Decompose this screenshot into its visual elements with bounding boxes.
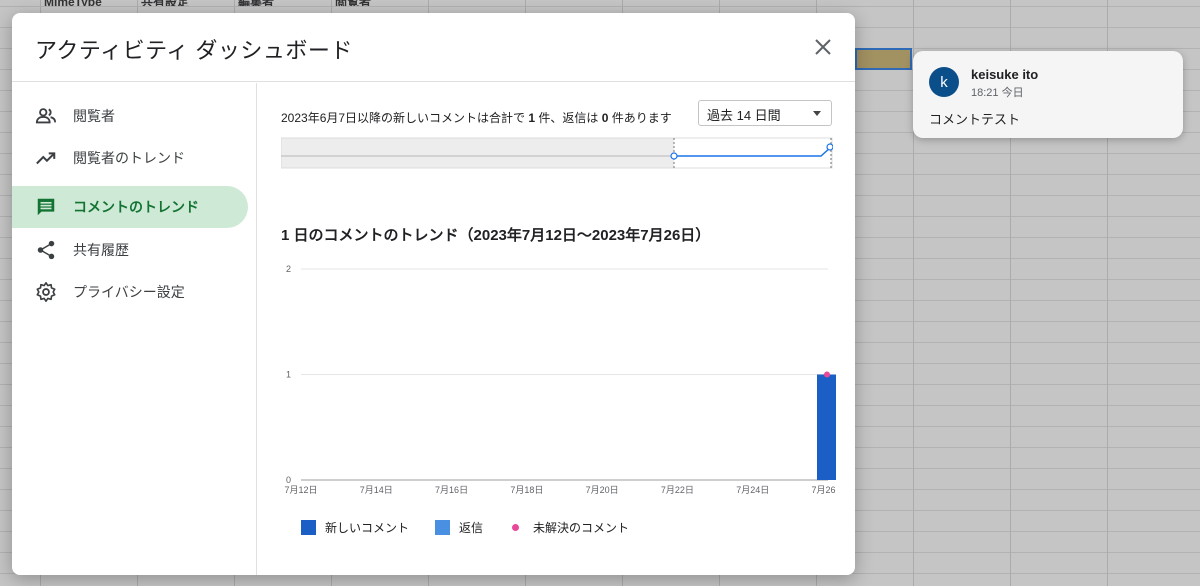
- data-point: [824, 371, 830, 378]
- y-tick-label: 1: [286, 370, 291, 380]
- legend-label: 返信: [459, 521, 484, 535]
- sidebar-item-label: コメントのトレンド: [73, 199, 199, 215]
- x-tick-label: 7月22日: [661, 485, 694, 495]
- y-tick-label: 2: [286, 264, 291, 274]
- comment-card[interactable]: k keisuke ito 18:21 今日 コメントテスト: [913, 51, 1183, 138]
- x-tick-label: 7月18日: [510, 485, 543, 495]
- date-range-select[interactable]: 過去 14 日間: [698, 100, 832, 126]
- x-tick-label: 7月26日: [811, 485, 836, 495]
- close-icon: [815, 39, 831, 55]
- comment-trend-chart: 0 1 2 7月12日 7月14日 7月16日 7月18日 7月20日 7月22日 7月24日 7月…: [284, 264, 836, 495]
- x-tick-label: 7月20日: [586, 485, 619, 495]
- y-tick-label: 0: [286, 475, 291, 485]
- comment-body: コメントテスト: [929, 112, 1021, 127]
- trending-up-icon: [34, 146, 58, 170]
- avatar: k: [929, 67, 959, 97]
- range-overview-chart[interactable]: [281, 136, 833, 170]
- gear-icon: [34, 280, 58, 304]
- legend-item-new-comments[interactable]: 新しいコメント: [301, 519, 409, 536]
- summary-middle: 件、返信は: [535, 111, 602, 125]
- legend-item-unresolved[interactable]: 未解決のコメント: [509, 519, 629, 536]
- comment-author: keisuke ito: [971, 67, 1039, 82]
- date-range-value: 過去 14 日間: [707, 108, 781, 123]
- sidebar-item-viewers[interactable]: 閲覧者: [12, 95, 248, 137]
- chevron-down-icon: [813, 111, 821, 116]
- chart-legend: 新しいコメント 返信 未解決のコメント: [301, 519, 655, 536]
- x-tick-label: 7月14日: [360, 485, 393, 495]
- comment-summary: 2023年6月7日以降の新しいコメントは合計で 1 件、返信は 0 件あります: [281, 109, 672, 126]
- dashboard-sidebar: 閲覧者 閲覧者のトレンド コメントのトレンド 共有履歴 プライバシー設定: [12, 83, 257, 575]
- legend-dot: [512, 524, 520, 531]
- x-tick-label: 7月16日: [435, 485, 468, 495]
- dialog-title: アクティビティ ダッシュボード: [35, 38, 353, 63]
- sidebar-item-viewer-trends[interactable]: 閲覧者のトレンド: [12, 137, 248, 179]
- sidebar-item-label: 共有履歴: [73, 242, 129, 258]
- overview-unselected-area: [281, 138, 674, 168]
- comment-icon: [34, 195, 58, 219]
- bar: [817, 374, 836, 480]
- sidebar-item-label: プライバシー設定: [73, 284, 185, 300]
- legend-swatch: [435, 520, 451, 535]
- summary-prefix: 2023年6月7日以降の新しいコメントは合計で: [281, 111, 529, 125]
- x-tick-label: 7月12日: [284, 485, 317, 495]
- comment-timestamp: 18:21 今日: [971, 87, 1024, 99]
- legend-label: 未解決のコメント: [533, 521, 630, 535]
- sidebar-item-comment-trends[interactable]: コメントのトレンド: [12, 186, 248, 228]
- legend-label: 新しいコメント: [325, 521, 410, 535]
- close-button[interactable]: [811, 35, 835, 59]
- overview-point: [670, 152, 678, 160]
- legend-swatch: [301, 520, 316, 535]
- overview-trend-line: [674, 146, 832, 157]
- legend-item-replies[interactable]: 返信: [435, 519, 483, 536]
- sidebar-item-label: 閲覧者: [73, 108, 115, 124]
- sidebar-item-privacy-settings[interactable]: プライバシー設定: [12, 271, 248, 313]
- summary-suffix: 件あります: [608, 111, 672, 125]
- sidebar-item-sharing-history[interactable]: 共有履歴: [12, 229, 248, 271]
- share-icon: [34, 238, 58, 262]
- activity-dashboard-dialog: アクティビティ ダッシュボード 閲覧者 閲覧者のトレンド コメントのトレンド 共…: [12, 13, 855, 575]
- dashboard-main: 2023年6月7日以降の新しいコメントは合計で 1 件、返信は 0 件あります …: [258, 83, 855, 575]
- dialog-header: アクティビティ ダッシュボード: [12, 13, 855, 82]
- overview-point: [826, 143, 833, 151]
- chart-title: 1 日のコメントのトレンド（2023年7月12日〜2023年7月26日）: [281, 227, 711, 244]
- people-icon: [34, 104, 58, 128]
- x-tick-label: 7月24日: [736, 485, 769, 495]
- sidebar-item-label: 閲覧者のトレンド: [73, 150, 185, 166]
